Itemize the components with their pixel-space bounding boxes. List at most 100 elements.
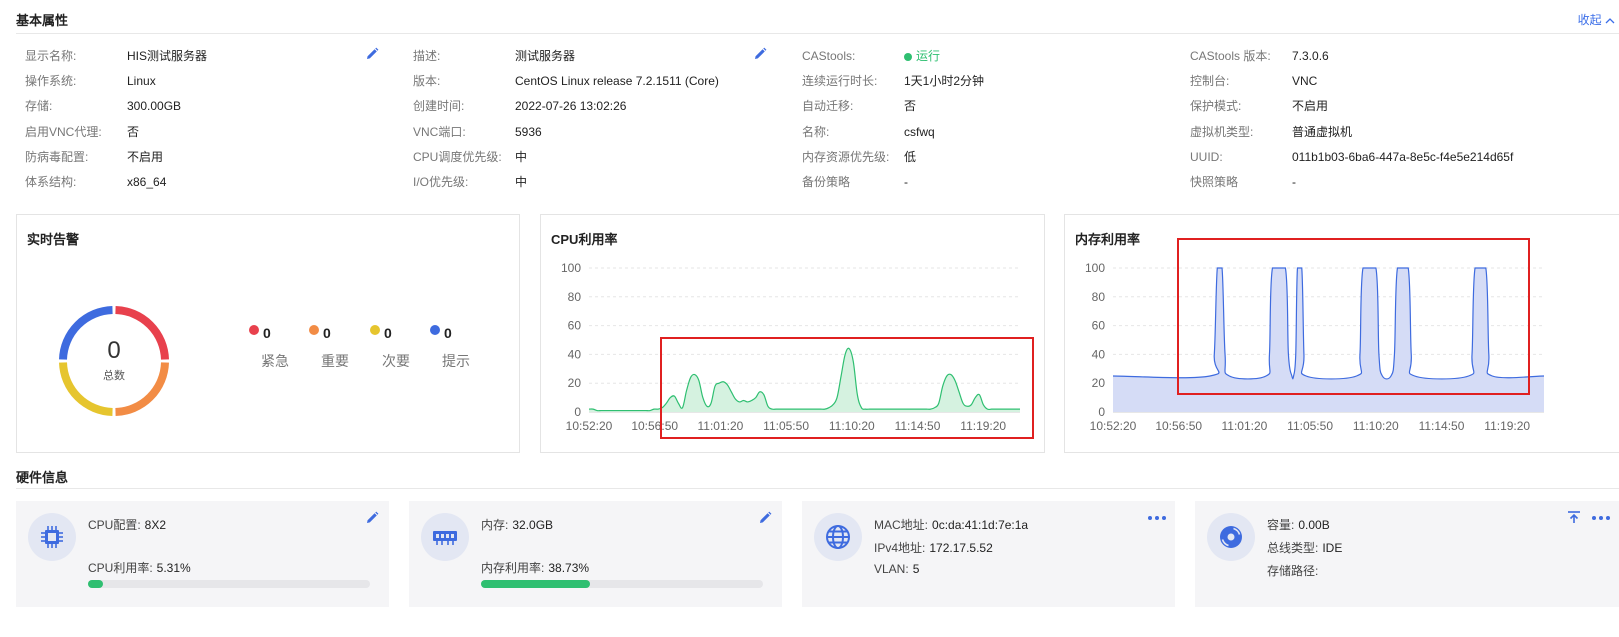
memory-usage: 内存利用率: 38.73% <box>481 559 589 576</box>
prop-value: 不启用 <box>1292 99 1329 114</box>
upload-icon[interactable] <box>1567 510 1581 524</box>
x-tick-label: 11:01:20 <box>697 419 743 433</box>
alarm-count: 0 <box>323 325 331 341</box>
prop-row: CAStools: 运行 <box>802 46 1182 71</box>
y-tick-label: 60 <box>568 319 582 333</box>
x-tick-label: 11:19:20 <box>1484 419 1530 433</box>
prop-row: UUID: 011b1b03-6ba6-447a-8e5c-f4e5e214d65… <box>1190 147 1610 172</box>
cpu-config: CPU配置: 8X2 <box>88 516 166 533</box>
prop-column-1: 显示名称: HIS测试服务器 操作系统: Linux 存储: 300.00GB 启用V… <box>25 46 405 197</box>
prop-row: 快照策略 - <box>1190 172 1610 197</box>
prop-label: 自动迁移: <box>802 99 854 114</box>
y-tick-label: 0 <box>1098 405 1105 419</box>
prop-value: csfwq <box>904 124 935 139</box>
prop-column-2: 描述: 测试服务器 版本: CentOS Linux release 7.2.151… <box>413 46 793 197</box>
memory-usage-progress-fill <box>481 580 591 588</box>
chevron-up-icon <box>1605 17 1615 24</box>
prop-label: CAStools: <box>802 49 856 63</box>
prop-value: 2022-07-26 13:02:26 <box>515 99 627 114</box>
prop-row: 自动迁移: 否 <box>802 96 1182 121</box>
mac-value: 0c:da:41:1d:7e:1a <box>932 518 1029 532</box>
y-tick-label: 80 <box>568 290 582 304</box>
disk-capacity: 容量: 0.00B <box>1267 516 1330 533</box>
prop-value: VNC <box>1292 74 1318 89</box>
alarm-count: 0 <box>263 325 271 341</box>
cpu-icon <box>28 513 76 561</box>
edit-description-icon[interactable] <box>753 47 767 61</box>
prop-label: 创建时间: <box>413 99 465 114</box>
prop-label: 备份策略 <box>802 174 851 189</box>
memory-size-value: 32.0GB <box>512 518 554 532</box>
prop-row: 操作系统: Linux <box>25 71 405 96</box>
prop-label: 防病毒配置: <box>25 149 89 164</box>
capacity-label: 容量: <box>1267 518 1295 532</box>
prop-value: 中 <box>515 174 528 189</box>
prop-value: 7.3.0.6 <box>1292 49 1329 63</box>
prop-label: VNC端口: <box>413 124 466 139</box>
prop-value: 中 <box>515 149 528 164</box>
x-tick-label: 10:52:20 <box>1090 419 1137 433</box>
prop-label: UUID: <box>1190 149 1223 164</box>
more-options-icon[interactable] <box>1147 515 1167 521</box>
disk-storage-path: 存储路径: <box>1267 562 1322 579</box>
y-tick-label: 100 <box>561 261 581 275</box>
collapse-button[interactable]: 收起 <box>1578 11 1615 28</box>
prop-row: 备份策略 - <box>802 172 1182 197</box>
cpu-usage: CPU利用率: 5.31% <box>88 559 191 576</box>
prop-row: 虚拟机类型: 普通虚拟机 <box>1190 122 1610 147</box>
x-tick-label: 11:14:50 <box>1419 419 1465 433</box>
prop-label: 控制台: <box>1190 74 1230 89</box>
status-text: 运行 <box>916 49 941 63</box>
hardware-title: 硬件信息 <box>16 470 69 485</box>
x-tick-label: 11:10:20 <box>1353 419 1399 433</box>
series-area <box>1113 268 1544 412</box>
cpu-config-value: 8X2 <box>144 518 167 532</box>
memory-size-label: 内存: <box>481 518 509 532</box>
prop-label: 虚拟机类型: <box>1190 124 1254 139</box>
more-options-icon[interactable] <box>1591 515 1611 521</box>
alarm-label: 次要 <box>382 353 410 369</box>
alarm-count: 0 <box>384 325 392 341</box>
prop-label: 保护模式: <box>1190 99 1242 114</box>
y-tick-label: 40 <box>568 347 582 361</box>
prop-label: 体系结构: <box>25 174 77 189</box>
prop-label: CPU调度优先级: <box>413 149 502 164</box>
hw-card-cpu: CPU配置: 8X2 CPU利用率: 5.31% <box>16 501 389 607</box>
prop-label: 快照策略 <box>1190 174 1239 189</box>
mem-chart-panel: 内存利用率 0 20 40 60 80 100 10:52:20 10:56:50 11:01:… <box>1064 214 1619 453</box>
prop-value: Linux <box>127 74 156 89</box>
edit-cpu-icon[interactable] <box>365 511 379 525</box>
memory-usage-label: 内存利用率: <box>481 561 545 575</box>
prop-value: HIS测试服务器 <box>127 49 208 63</box>
mem-usage-chart[interactable]: 0 20 40 60 80 100 10:52:20 10:56:50 11:01:20 11:0… <box>1065 215 1619 452</box>
edit-memory-icon[interactable] <box>758 511 772 525</box>
prop-label: 操作系统: <box>25 74 77 89</box>
prop-value: 300.00GB <box>127 99 182 114</box>
prop-label: CAStools 版本: <box>1190 49 1271 63</box>
cpu-usage-value: 5.31% <box>156 561 191 575</box>
x-tick-label: 10:56:50 <box>631 419 678 433</box>
alarm-total-label: 总数 <box>103 370 125 382</box>
prop-row: 描述: 测试服务器 <box>413 46 793 71</box>
minor-dot-icon <box>370 325 380 335</box>
y-tick-label: 100 <box>1085 261 1105 275</box>
prop-row: VNC端口: 5936 <box>413 122 793 147</box>
x-tick-label: 11:05:50 <box>1287 419 1333 433</box>
status-dot-icon <box>904 52 912 61</box>
hw-card-disk: 容量: 0.00B 总线类型: IDE 存储路径: <box>1195 501 1619 607</box>
prop-row: 内存资源优先级: 低 <box>802 147 1182 172</box>
alarm-count: 0 <box>444 325 452 341</box>
prop-value: 测试服务器 <box>515 49 576 63</box>
y-tick-label: 60 <box>1092 319 1106 333</box>
prop-label: 版本: <box>413 74 441 89</box>
x-tick-label: 11:10:20 <box>829 419 875 433</box>
cpu-usage-chart[interactable]: 0 20 40 60 80 100 10:52:20 10:56:50 11:01:20 11:0… <box>541 215 1044 452</box>
collapse-label: 收起 <box>1577 13 1602 27</box>
prop-row: 保护模式: 不启用 <box>1190 96 1610 121</box>
prop-value: 普通虚拟机 <box>1292 124 1353 139</box>
hw-card-memory: 内存: 32.0GB 内存利用率: 38.73% <box>409 501 782 607</box>
prop-label: I/O优先级: <box>413 174 469 189</box>
ipv4-value: 172.17.5.52 <box>929 541 993 555</box>
prop-label: 名称: <box>802 124 830 139</box>
edit-name-icon[interactable] <box>365 47 379 61</box>
